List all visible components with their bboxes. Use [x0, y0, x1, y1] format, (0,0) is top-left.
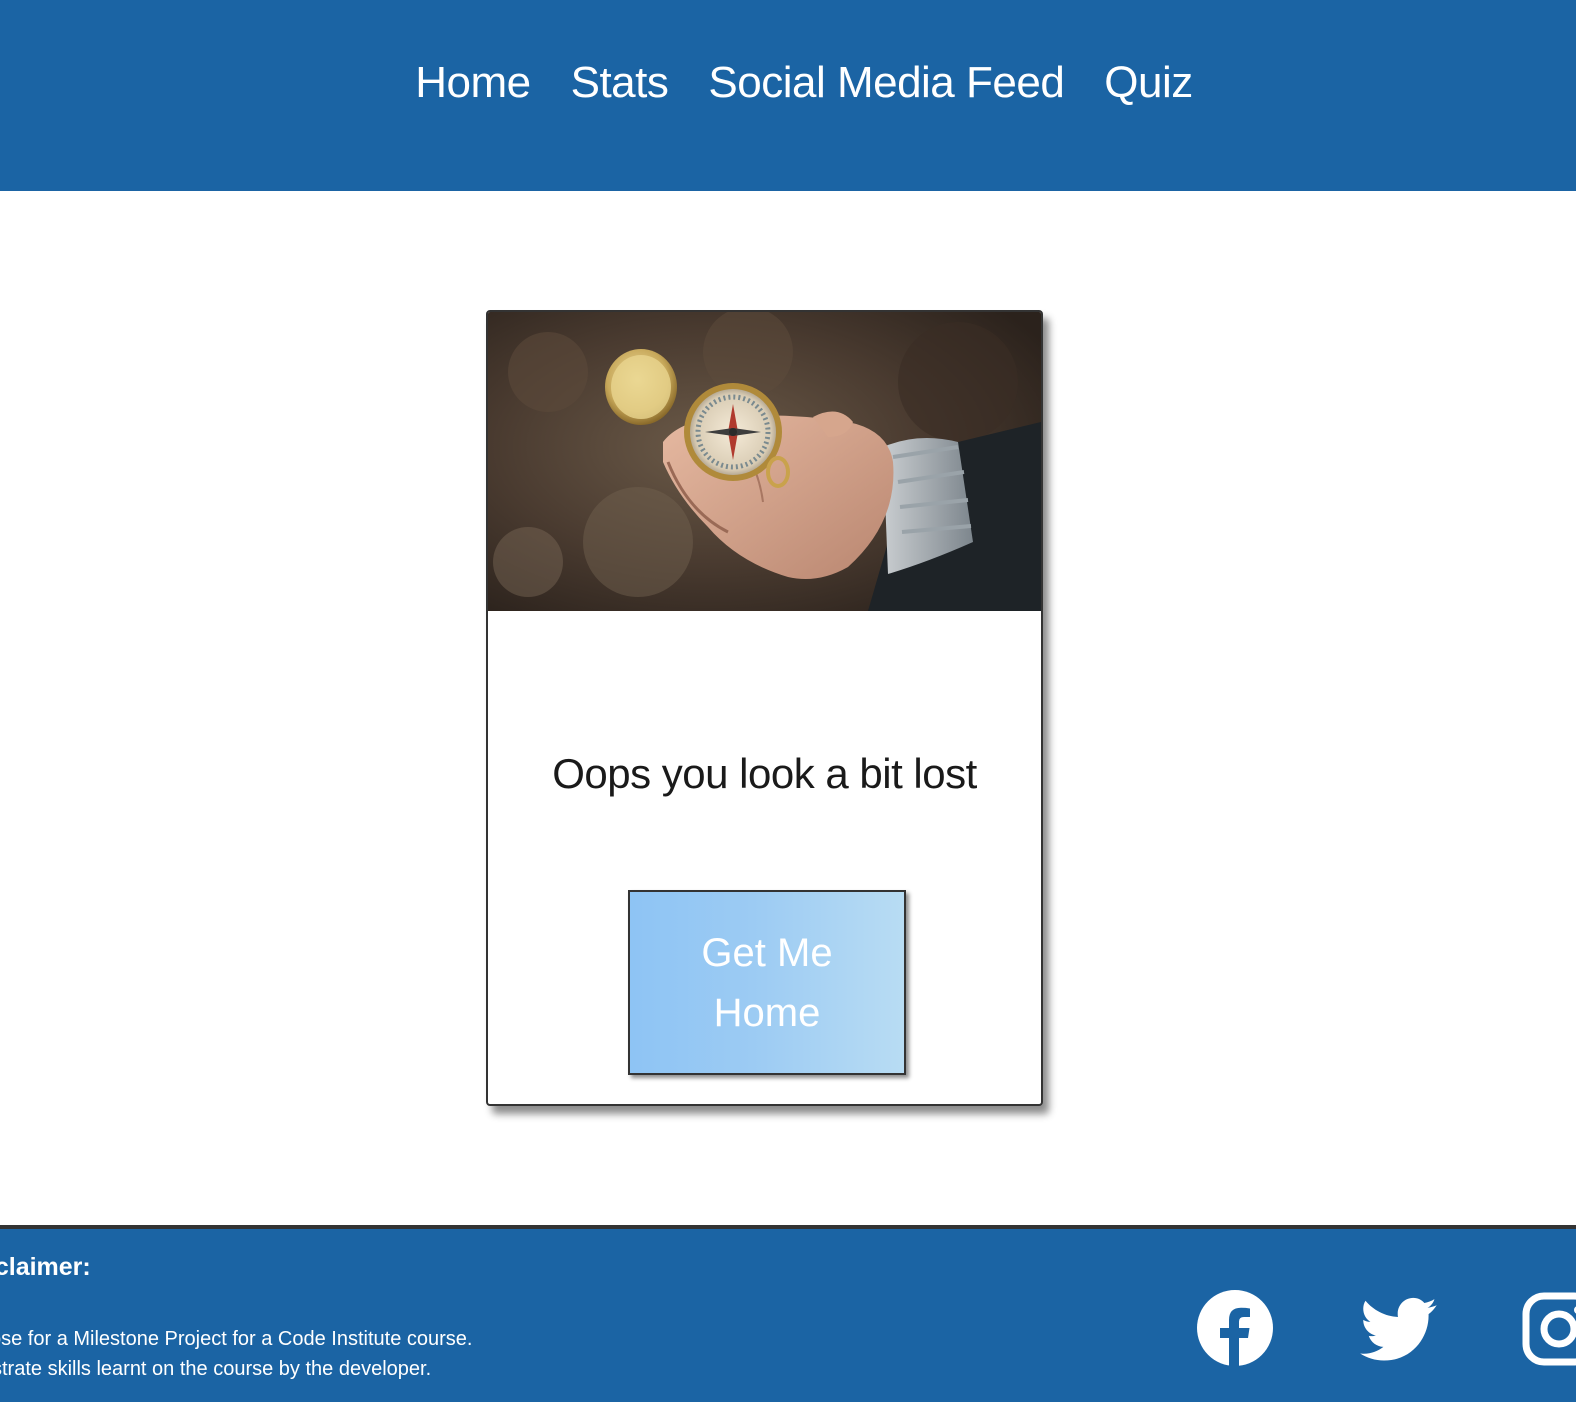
main-nav: Home Stats Social Media Feed Quiz	[0, 56, 1576, 110]
page: Home Stats Social Media Feed Quiz Oops y…	[0, 0, 1576, 1402]
compass-photo	[488, 312, 1041, 611]
nav-home-link[interactable]: Home	[415, 56, 531, 110]
nav-quiz-link[interactable]: Quiz	[1104, 56, 1193, 110]
disclaimer-line: strate skills learnt on the course by th…	[0, 1358, 432, 1380]
site-header: Home Stats Social Media Feed Quiz	[0, 0, 1576, 191]
nav-stats-link[interactable]: Stats	[571, 56, 669, 110]
nav-social-media-feed-link[interactable]: Social Media Feed	[708, 56, 1064, 110]
disclaimer-title: isclaimer:	[0, 1253, 91, 1281]
twitter-icon[interactable]	[1360, 1297, 1438, 1363]
lost-message: Oops you look a bit lost	[552, 750, 977, 797]
get-me-home-button[interactable]: Get Me Home	[628, 890, 906, 1075]
get-me-home-label: Get Me Home	[701, 930, 833, 1035]
lost-card: Oops you look a bit lost Get Me Home	[486, 310, 1043, 1106]
disclaimer-line: ose for a Milestone Project for a Code I…	[0, 1328, 473, 1350]
instagram-icon[interactable]	[1522, 1292, 1576, 1366]
site-footer: isclaimer: ose for a Milestone Project f…	[0, 1225, 1576, 1402]
facebook-icon[interactable]	[1196, 1289, 1274, 1367]
